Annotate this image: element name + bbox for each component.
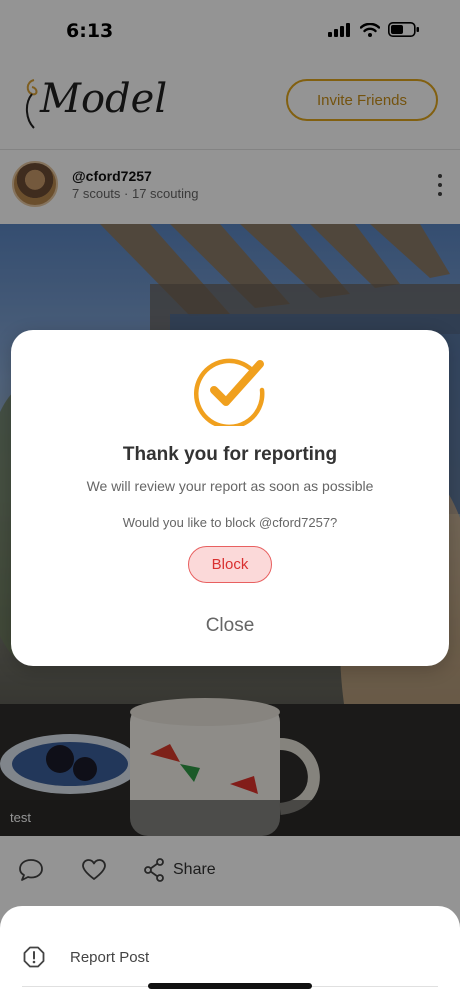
alert-icon — [23, 946, 45, 968]
report-confirmation-dialog: Thank you for reporting We will review y… — [11, 330, 449, 666]
report-post-label: Report Post — [70, 949, 150, 966]
dialog-subtitle: We will review your report as soon as po… — [86, 478, 374, 494]
report-post-item[interactable]: Report Post — [0, 936, 460, 976]
close-button[interactable]: Close — [180, 612, 280, 640]
options-sheet: Report Post — [0, 906, 460, 997]
block-question: Would you like to block @cford7257? — [122, 515, 338, 530]
check-icon — [194, 358, 265, 426]
block-button[interactable]: Block — [188, 546, 272, 583]
dialog-title: Thank you for reporting — [122, 444, 338, 465]
home-indicator[interactable] — [148, 983, 312, 989]
